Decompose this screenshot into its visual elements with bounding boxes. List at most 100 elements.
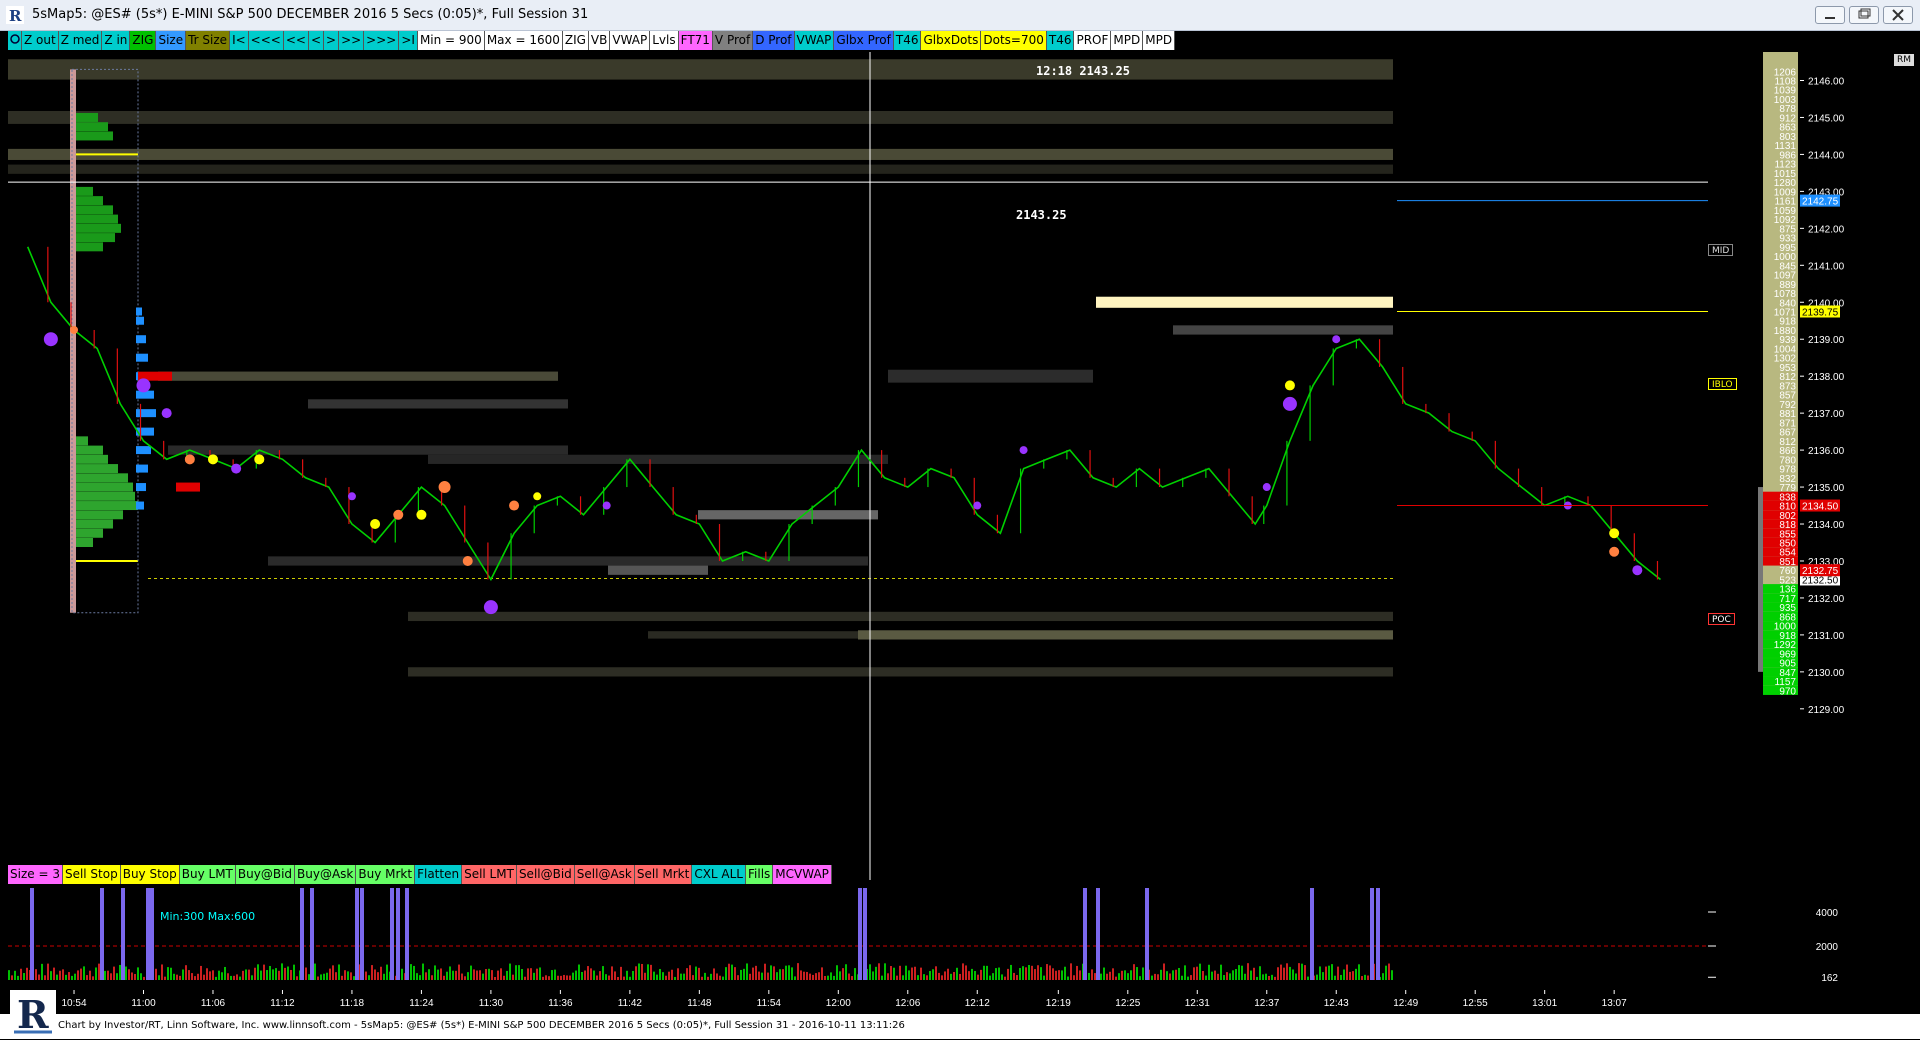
volume-bar-1011 (1019, 968, 1021, 980)
toolbar-btn-vwap-18[interactable]: VWAP (610, 31, 651, 50)
order-btn-buy-lmt-3[interactable]: Buy LMT (179, 865, 236, 884)
volume-bar-612 (620, 966, 622, 980)
rm-label[interactable]: RM (1894, 54, 1914, 66)
volume-bar-357 (365, 971, 367, 980)
toolbar-btn-vb-17[interactable]: VB (588, 31, 611, 50)
toolbar-btn-glbx-prof-24[interactable]: Glbx Prof (834, 31, 894, 50)
toolbar-btn--8[interactable]: << (283, 31, 309, 50)
toolbar-btn--12[interactable]: >>> (364, 31, 400, 50)
volume-bar-1269 (1277, 967, 1279, 980)
order-btn-sell-bid-9[interactable]: Sell@Bid (516, 865, 575, 884)
volume-bar-1224 (1232, 970, 1234, 980)
order-btn-cxl-all-12[interactable]: CXL ALL (692, 865, 746, 884)
volume-bar-927 (935, 966, 937, 980)
volume-bar-1320 (1328, 965, 1330, 980)
volume-bar-474 (482, 973, 484, 980)
toolbar-btn-z-in-2[interactable]: Z in (102, 31, 131, 50)
chart-settings-icon[interactable] (8, 31, 22, 50)
time-tick-label-9: 11:48 (687, 998, 712, 1009)
toolbar-btn-size-4[interactable]: Size (156, 31, 187, 50)
toolbar-btn--11[interactable]: >> (339, 31, 365, 50)
toolbar-btn-d-prof-22[interactable]: D Prof (753, 31, 795, 50)
toolbar-btn-mpd-30[interactable]: MPD (1111, 31, 1144, 50)
restore-icon[interactable] (1849, 6, 1879, 24)
toolbar-btn-t46-25[interactable]: T46 (893, 31, 922, 50)
time-tick-label-4: 11:18 (340, 998, 365, 1009)
volume-bar-1047 (1055, 970, 1057, 980)
volume-bar-1353 (1361, 976, 1363, 980)
close-icon[interactable] (1883, 6, 1913, 24)
mid-tag: MID (1708, 244, 1734, 256)
toolbar-btn--10[interactable]: > (324, 31, 340, 50)
order-btn-sell-mrkt-11[interactable]: Sell Mrkt (634, 865, 693, 884)
signal-dot-11 (416, 509, 427, 520)
volume-bar-480 (488, 968, 490, 980)
volume-bar-1029 (1037, 965, 1039, 980)
volume-bar-1086 (1094, 973, 1096, 980)
toolbar-btn-lvls-19[interactable]: Lvls (650, 31, 679, 50)
toolbar-btn-i-13[interactable]: >I (399, 31, 418, 50)
volume-bar-993 (1001, 974, 1003, 980)
toolbar-btn-i-6[interactable]: I< (230, 31, 249, 50)
toolbar-btn-z-out-0[interactable]: Z out (22, 31, 59, 50)
toolbar-btn-zig-16[interactable]: ZIG (562, 31, 589, 50)
order-btn-flatten-7[interactable]: Flatten (415, 865, 463, 884)
toolbar-btn-max-1600-15[interactable]: Max = 1600 (484, 31, 563, 50)
order-btn-size-3-0[interactable]: Size = 3 (8, 865, 63, 884)
volume-bar-264 (272, 969, 274, 980)
volume-bar-159 (167, 967, 169, 980)
volume-bar-336 (344, 970, 346, 980)
volume-bar-714 (722, 976, 724, 980)
volume-bar-780 (788, 965, 790, 980)
volume-bar-525 (533, 972, 535, 980)
order-btn-fills-13[interactable]: Fills (746, 865, 774, 884)
volume-bar-309 (317, 976, 319, 980)
order-btn-sell-ask-10[interactable]: Sell@Ask (574, 865, 635, 884)
order-btn-buy-bid-4[interactable]: Buy@Bid (235, 865, 296, 884)
time-axis: 10:54 11:00 11:06 11:12 11:18 11:24 11:30 11:36… (8, 990, 1708, 1014)
toolbar-btn-vwap-23[interactable]: VWAP (794, 31, 835, 50)
price-scale-svg[interactable]: 1206110810391003878912863803113198611231… (1708, 52, 1920, 880)
volume-spike-17 (1310, 888, 1314, 980)
volume-bar-120 (128, 969, 130, 980)
order-btn-buy-stop-2[interactable]: Buy Stop (120, 865, 180, 884)
volume-bar-846 (854, 968, 856, 980)
toolbar-btn-min-900-14[interactable]: Min = 900 (417, 31, 485, 50)
price-scale[interactable]: 1206 1108 1039 1003 878 912 863 803 1131 986 1123 1… (1708, 52, 1920, 880)
toolbar-btn-mpd-31[interactable]: MPD (1143, 31, 1176, 50)
volume-chart-svg[interactable] (8, 885, 1708, 990)
toolbar-btn-dots-700-27[interactable]: Dots=700 (981, 31, 1047, 50)
toolbar-btn-glbxdots-26[interactable]: GlbxDots (921, 31, 982, 50)
order-btn-mcvwap-14[interactable]: MCVWAP (773, 865, 832, 884)
volume-bar-717 (725, 967, 727, 980)
toolbar-btn-tr-size-5[interactable]: Tr Size (186, 31, 231, 50)
price-tick-label-7: 2139.00 (1808, 335, 1845, 346)
price-chart-svg[interactable] (8, 52, 1708, 880)
volume-bar-1017 (1025, 967, 1027, 980)
order-btn-sell-stop-1[interactable]: Sell Stop (62, 865, 121, 884)
toolbar-btn-ft71-20[interactable]: FT71 (678, 31, 713, 50)
order-btn-buy-mrkt-6[interactable]: Buy Mrkt (356, 865, 416, 884)
toolbar-btn--9[interactable]: < (308, 31, 324, 50)
order-btn-buy-ask-5[interactable]: Buy@Ask (295, 865, 357, 884)
toolbar-btn-prof-29[interactable]: PROF (1074, 31, 1112, 50)
price-chart[interactable]: 12:18 2143.25 2143.25 (8, 52, 1708, 880)
volume-bar-12 (20, 968, 22, 980)
volume-bar-285 (293, 964, 295, 980)
toolbar-btn-t46-28[interactable]: T46 (1046, 31, 1075, 50)
volume-bar-792 (800, 970, 802, 980)
toolbar-btn-v-prof-21[interactable]: V Prof (712, 31, 754, 50)
volume-band-7 (888, 369, 1093, 383)
volume-bar-1152 (1160, 969, 1162, 980)
profile-bar-17 (73, 501, 138, 511)
toolbar-btn-z-med-1[interactable]: Z med (58, 31, 103, 50)
signal-dot-18 (973, 501, 982, 510)
toolbar-btn-zig-3[interactable]: ZIG (130, 31, 157, 50)
volume-pane[interactable]: Min:300 Max:600 (8, 885, 1708, 990)
volume-bar-969 (977, 974, 979, 980)
volume-bar-783 (791, 967, 793, 980)
toolbar-btn--7[interactable]: <<< (248, 31, 284, 50)
minimize-icon[interactable] (1815, 6, 1845, 24)
order-btn-sell-lmt-8[interactable]: Sell LMT (462, 865, 517, 884)
volume-bar-1098 (1106, 973, 1108, 980)
